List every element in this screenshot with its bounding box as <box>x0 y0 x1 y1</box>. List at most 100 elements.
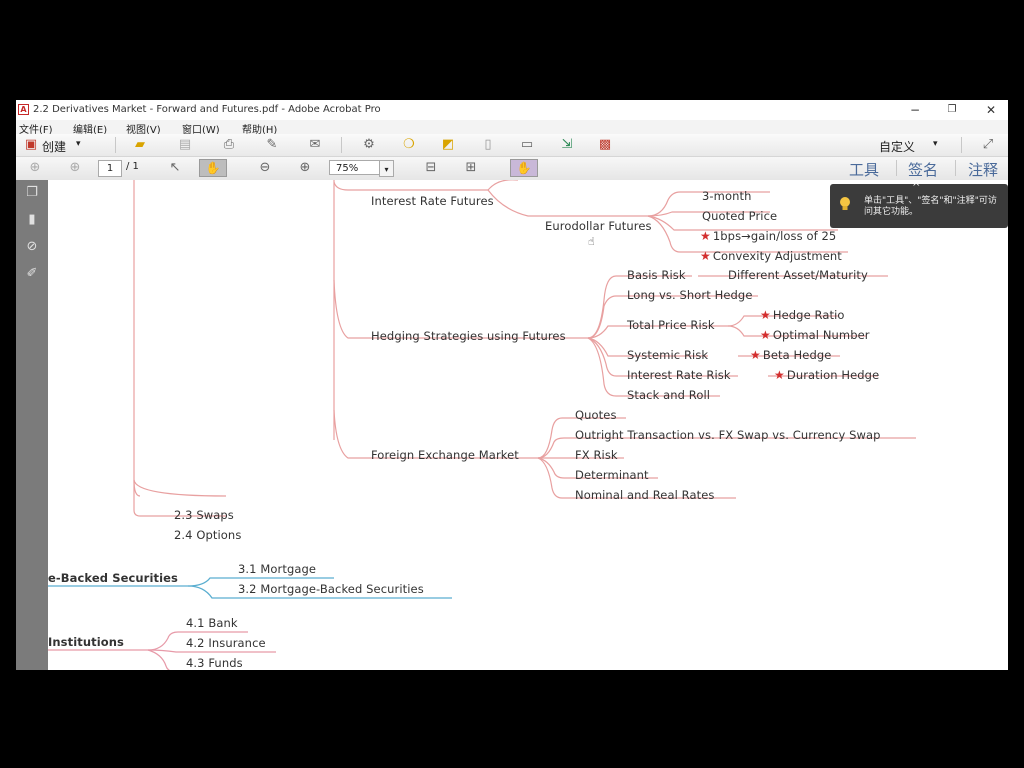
toolbar-divider <box>115 137 116 153</box>
lightbulb-icon <box>840 197 850 210</box>
node-swaps: 2.3 Swaps <box>174 508 234 522</box>
toolbar-divider <box>961 137 962 153</box>
fit-width-icon[interactable]: ⊞ <box>462 161 480 175</box>
document-icon[interactable]: ▯ <box>479 138 497 152</box>
zoom-input[interactable]: 75% <box>329 160 383 175</box>
star-icon: ★ <box>750 348 761 362</box>
mindmap-connectors <box>48 180 916 670</box>
acrobat-icon: A <box>18 104 29 115</box>
menu-bar: 文件(F) 编辑(E) 视图(V) 窗口(W) 帮助(H) <box>16 120 1008 136</box>
node-quotes: Quotes <box>575 408 617 422</box>
create-icon[interactable]: ▣ <box>22 138 40 152</box>
tooltip-text: 单击"工具"、"签名"和"注释"可访问其它功能。 <box>864 196 997 217</box>
node-1bps-gain-loss: ★ 1bps→gain/loss of 25 <box>700 229 837 243</box>
node-basis-risk: Basis Risk <box>627 268 686 282</box>
signatures-icon[interactable]: ✐ <box>23 265 41 283</box>
customize-dropdown-arrow[interactable]: ▾ <box>933 139 938 149</box>
node-insurance: 4.2 Insurance <box>186 636 266 650</box>
maximize-button[interactable]: ❐ <box>937 101 967 119</box>
node-long-vs-short-hedge: Long vs. Short Hedge <box>627 288 753 302</box>
tab-comment[interactable]: 注释 <box>968 159 998 180</box>
navigation-toolbar: ⊕ ⊕ 1 / 1 ↖ ✋ ⊖ ⊕ 75% ▾ ⊟ ⊞ ✋ 工具 签名 注释 <box>16 157 1008 181</box>
node-foreign-exchange-market: Foreign Exchange Market <box>371 448 519 462</box>
node-institutions: Institutions <box>48 635 125 649</box>
node-hedge-ratio: ★ Hedge Ratio <box>760 308 845 322</box>
star-icon: ★ <box>760 308 771 322</box>
node-mortgage-backed-securities-parent: e-Backed Securities <box>48 571 178 585</box>
window-title: 2.2 Derivatives Market - Forward and Fut… <box>33 104 381 115</box>
hand-tool-button[interactable]: ✋ <box>199 159 227 177</box>
save-icon[interactable]: ▤ <box>176 138 194 152</box>
fit-page-icon[interactable]: ⊟ <box>422 161 440 175</box>
hand-cursor-icon: ☝ <box>588 235 595 248</box>
node-stack-and-roll: Stack and Roll <box>627 388 711 402</box>
node-options: 2.4 Options <box>174 528 242 542</box>
node-different-asset-maturity: Different Asset/Maturity <box>728 268 868 282</box>
select-cursor-icon[interactable]: ↖ <box>166 161 184 175</box>
node-interest-rate-risk: Interest Rate Risk <box>627 368 731 382</box>
node-outright-transaction: Outright Transaction vs. FX Swap vs. Cur… <box>575 428 881 442</box>
zoom-in-icon[interactable]: ⊕ <box>296 161 314 175</box>
tab-tools[interactable]: 工具 <box>849 159 879 180</box>
hand-icon: ✋ <box>205 161 221 175</box>
star-icon: ★ <box>774 368 785 382</box>
node-total-price-risk: Total Price Risk <box>627 318 715 332</box>
node-fx-risk: FX Risk <box>575 448 618 462</box>
close-button[interactable]: ✕ <box>976 101 1006 119</box>
document-settings-icon[interactable]: ▭ <box>518 138 536 152</box>
node-duration-hedge: ★ Duration Hedge <box>774 368 880 382</box>
node-mortgage-backed-securities: 3.2 Mortgage-Backed Securities <box>238 582 424 596</box>
zoom-dropdown[interactable]: ▾ <box>379 160 394 177</box>
navigation-pane: ❐ ▮ ⊘ ✐ <box>16 180 48 670</box>
bookmarks-icon[interactable]: ▮ <box>23 211 41 229</box>
comment-icon[interactable]: ❍ <box>400 138 418 152</box>
hand-icon: ✋ <box>516 161 532 175</box>
print-icon[interactable]: ⎙ <box>220 138 238 152</box>
node-eurodollar-futures: Eurodollar Futures <box>545 219 652 233</box>
email-icon[interactable]: ✉ <box>306 138 324 152</box>
highlight-icon[interactable]: ◩ <box>439 138 457 152</box>
toolbar-divider <box>896 160 897 176</box>
read-mode-button[interactable]: ✋ <box>510 159 538 177</box>
create-dropdown-arrow[interactable]: ▾ <box>76 139 81 149</box>
toolbar-divider <box>341 137 342 153</box>
edit-pencil-icon[interactable]: ✎ <box>263 138 281 152</box>
attachments-icon[interactable]: ⊘ <box>23 238 41 256</box>
zoom-out-icon[interactable]: ⊖ <box>256 161 274 175</box>
expand-icon[interactable]: ⤢ <box>979 138 997 152</box>
main-toolbar: ▣ 创建 ▾ ▰ ▤ ⎙ ✎ ✉ ⚙ ❍ ◩ ▯ ▭ ⇲ ▩ 自定义 ▾ ⤢ <box>16 134 1008 157</box>
tab-sign[interactable]: 签名 <box>908 159 938 180</box>
previous-page-icon[interactable]: ⊕ <box>26 161 44 175</box>
create-button[interactable]: 创建 <box>42 138 66 155</box>
page-total: / 1 <box>126 161 139 172</box>
page-number-input[interactable]: 1 <box>98 160 122 177</box>
node-beta-hedge: ★ Beta Hedge <box>750 348 832 362</box>
acrobat-window: A 2.2 Derivatives Market - Forward and F… <box>16 100 1008 670</box>
toolbar-divider <box>955 160 956 176</box>
node-quoted-price: Quoted Price <box>702 209 778 223</box>
tooltip-collapse-icon[interactable]: ^ <box>912 182 920 193</box>
node-3-month: 3-month <box>702 189 752 203</box>
page-thumbnails-icon[interactable]: ❐ <box>23 184 41 202</box>
node-convexity-adjustment: ★ Convexity Adjustment <box>700 249 842 263</box>
export-icon[interactable]: ⇲ <box>558 138 576 152</box>
next-page-icon[interactable]: ⊕ <box>66 161 84 175</box>
star-icon: ★ <box>700 229 711 243</box>
node-nominal-and-real-rates: Nominal and Real Rates <box>575 488 715 502</box>
customize-button[interactable]: 自定义 <box>879 138 915 155</box>
open-folder-icon[interactable]: ▰ <box>131 138 149 152</box>
star-icon: ★ <box>760 328 771 342</box>
settings-gear-icon[interactable]: ⚙ <box>360 138 378 152</box>
minimize-button[interactable]: − <box>900 101 930 119</box>
node-interest-rate-futures: Interest Rate Futures <box>371 194 494 208</box>
node-mortgage: 3.1 Mortgage <box>238 562 317 576</box>
node-funds: 4.3 Funds <box>186 656 243 670</box>
document-view: Interest Rate Futures Eurodollar Futures… <box>48 180 1008 670</box>
node-systemic-risk: Systemic Risk <box>627 348 709 362</box>
tools-hint-tooltip[interactable]: ^ 单击"工具"、"签名"和"注释"可访问其它功能。 <box>830 182 1008 228</box>
node-bank: 4.1 Bank <box>186 616 238 630</box>
node-hedging-strategies: Hedging Strategies using Futures <box>371 329 566 343</box>
secure-document-icon[interactable]: ▩ <box>596 138 614 152</box>
title-bar: A 2.2 Derivatives Market - Forward and F… <box>16 100 1008 120</box>
node-optimal-number: ★ Optimal Number <box>760 328 870 342</box>
